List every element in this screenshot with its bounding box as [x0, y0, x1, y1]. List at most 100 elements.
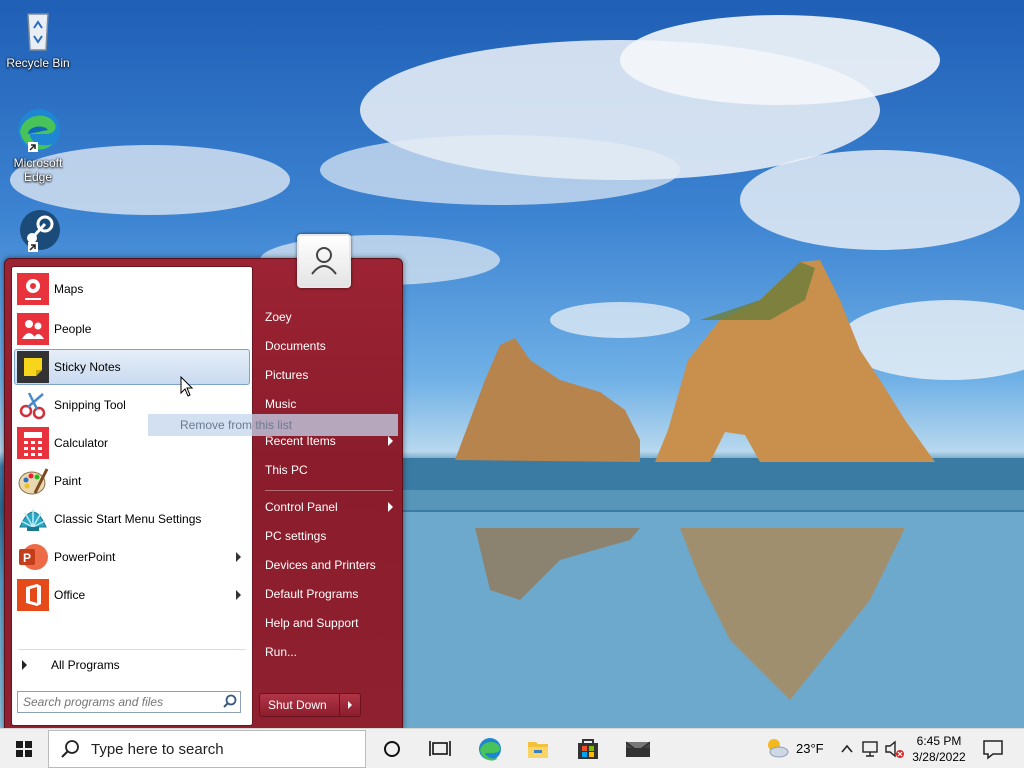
- default-programs-link[interactable]: Default Programs: [259, 582, 397, 606]
- clock[interactable]: 6:45 PM 3/28/2022: [906, 733, 972, 765]
- search-programs-box[interactable]: [17, 691, 241, 713]
- recycle-bin-desktop-icon[interactable]: Recycle Bin: [0, 6, 76, 70]
- volume-muted-icon: [885, 740, 904, 758]
- shell-icon: [17, 503, 49, 535]
- scissors-icon: [17, 389, 49, 421]
- recycle-bin-label: Recycle Bin: [6, 56, 70, 70]
- clock-time: 6:45 PM: [916, 734, 962, 748]
- program-label: PowerPoint: [54, 550, 116, 564]
- program-office[interactable]: Office: [14, 577, 250, 613]
- partly-cloudy-icon: [768, 739, 789, 758]
- task-view-icon: [429, 741, 451, 756]
- windows-logo-icon: [16, 741, 32, 757]
- taskbar: Type here to search 23°F 6:45 PM 3/28/20…: [0, 728, 1024, 768]
- start-button[interactable]: [0, 729, 48, 769]
- powerpoint-icon: P: [17, 541, 49, 573]
- program-label: People: [54, 322, 92, 336]
- program-paint[interactable]: Paint: [14, 463, 250, 499]
- sticky-notes-icon: [17, 351, 49, 383]
- search-icon: [61, 740, 79, 758]
- program-sticky-notes[interactable]: Sticky Notes: [14, 349, 250, 385]
- cortana-button[interactable]: [372, 729, 412, 769]
- shutdown-button-group: Shut Down: [259, 693, 361, 717]
- network-icon: [862, 741, 878, 757]
- run-link[interactable]: Run...: [259, 640, 397, 664]
- notification-center-button[interactable]: [976, 729, 1010, 769]
- folder-icon: [528, 742, 548, 758]
- submenu-arrow-icon: [236, 552, 241, 562]
- submenu-arrow-icon: [236, 590, 241, 600]
- documents-link[interactable]: Documents: [259, 334, 397, 358]
- steam-icon: [14, 206, 62, 254]
- program-label: Snipping Tool: [54, 398, 126, 412]
- program-label: Calculator: [54, 436, 109, 450]
- search-programs-input[interactable]: [18, 694, 220, 710]
- control-panel-link[interactable]: Control Panel: [259, 495, 397, 519]
- search-icon[interactable]: [220, 692, 240, 712]
- program-label: Maps: [54, 282, 84, 296]
- store-bag-icon: [578, 739, 598, 759]
- all-programs-button[interactable]: All Programs: [14, 653, 250, 677]
- office-icon: [17, 579, 49, 611]
- chevron-up-icon: [841, 744, 853, 753]
- music-link[interactable]: Music: [259, 392, 397, 416]
- taskbar-file-explorer[interactable]: [518, 729, 558, 769]
- divider: [265, 490, 393, 491]
- devices-and-printers-link[interactable]: Devices and Printers: [259, 553, 397, 577]
- clock-date: 3/28/2022: [912, 750, 966, 764]
- weather-widget[interactable]: [760, 729, 794, 769]
- this-pc-link[interactable]: This PC: [259, 458, 397, 482]
- edge-label: Microsoft Edge: [13, 156, 63, 184]
- weather-temperature[interactable]: 23°F: [796, 741, 824, 756]
- divider: [18, 649, 246, 650]
- taskbar-edge[interactable]: [470, 729, 510, 769]
- people-icon: [17, 313, 49, 345]
- pictures-link[interactable]: Pictures: [259, 363, 397, 387]
- program-maps[interactable]: Maps: [14, 271, 250, 307]
- calculator-icon: [17, 427, 49, 459]
- cortana-circle-icon: [384, 741, 400, 757]
- user-icon: [311, 247, 337, 275]
- network-status[interactable]: [860, 729, 882, 769]
- mail-icon: [625, 741, 651, 757]
- edge-icon: [479, 738, 501, 761]
- shutdown-button[interactable]: Shut Down: [260, 694, 340, 716]
- chevron-right-icon: [348, 701, 352, 709]
- task-view-button[interactable]: [420, 729, 460, 769]
- submenu-arrow-icon: [388, 436, 393, 446]
- remove-from-list-menu-item[interactable]: Remove from this list: [148, 414, 398, 436]
- maps-icon: [17, 273, 49, 305]
- program-people[interactable]: People: [14, 311, 250, 347]
- show-hidden-icons-button[interactable]: [838, 729, 856, 769]
- taskbar-search-text: Type here to search: [91, 740, 224, 758]
- submenu-arrow-icon: [388, 502, 393, 512]
- edge-desktop-icon[interactable]: Microsoft Edge: [0, 106, 76, 184]
- program-classic-start-menu-settings[interactable]: Classic Start Menu Settings: [14, 501, 250, 537]
- svg-text:P: P: [23, 551, 31, 565]
- notification-icon: [983, 740, 1003, 760]
- taskbar-store[interactable]: [566, 729, 610, 769]
- taskbar-mail[interactable]: [616, 729, 660, 769]
- all-programs-label: All Programs: [51, 658, 120, 672]
- program-label: Office: [54, 588, 86, 602]
- taskbar-search-box[interactable]: Type here to search: [48, 730, 366, 768]
- user-folder-link[interactable]: Zoey: [259, 305, 397, 329]
- steam-desktop-icon[interactable]: [0, 206, 76, 256]
- program-label: Classic Start Menu Settings: [54, 512, 202, 526]
- program-label: Sticky Notes: [54, 360, 121, 374]
- recycle-bin-icon: [14, 6, 62, 54]
- start-menu: Maps People Sticky Notes Snipping Tool C…: [4, 258, 403, 730]
- control-panel-label: Control Panel: [265, 500, 338, 514]
- program-powerpoint[interactable]: P PowerPoint: [14, 539, 250, 575]
- places-pane: Zoey Documents Pictures Music Recent Ite…: [257, 259, 401, 729]
- user-avatar[interactable]: [297, 234, 351, 288]
- paint-palette-icon: [17, 465, 49, 497]
- program-label: Paint: [54, 474, 82, 488]
- mouse-cursor-icon: [180, 376, 194, 397]
- shutdown-options-button[interactable]: [340, 694, 360, 716]
- edge-icon: [14, 106, 62, 154]
- help-and-support-link[interactable]: Help and Support: [259, 611, 397, 635]
- recent-items-label: Recent Items: [265, 434, 336, 448]
- volume-status[interactable]: [882, 729, 906, 769]
- pc-settings-link[interactable]: PC settings: [259, 524, 397, 548]
